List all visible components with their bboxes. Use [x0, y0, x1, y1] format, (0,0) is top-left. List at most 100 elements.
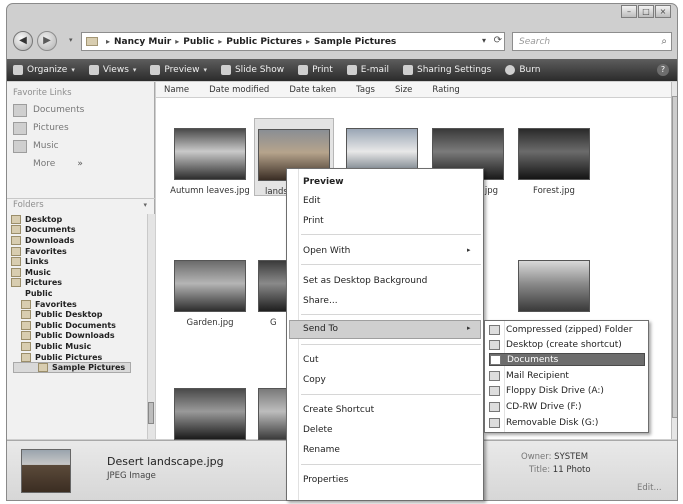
breadcrumb-separator: ▸	[305, 37, 310, 46]
maximize-button[interactable]: □	[638, 5, 654, 18]
address-bar[interactable]: ▸ Nancy Muir ▸ Public ▸ Public Pictures …	[81, 32, 505, 51]
send-to-compressed-folder[interactable]: Compressed (zipped) Folder	[489, 323, 645, 336]
folder-tree-scroll-thumb[interactable]	[148, 402, 154, 424]
menu-item-preview[interactable]: Preview	[303, 177, 344, 187]
favorite-link-music[interactable]: Music	[13, 137, 154, 155]
file-view-scrollbar[interactable]	[671, 82, 677, 439]
tree-item-desktop[interactable]: Desktop	[7, 214, 147, 225]
menu-item-send-to[interactable]: Send To ▸	[303, 324, 471, 334]
context-menu: Preview Edit Print Open With ▸ Set as Des…	[286, 168, 484, 501]
send-to-removable-disk[interactable]: Removable Disk (G:)	[489, 416, 645, 429]
breadcrumb-nancy-muir[interactable]: Nancy Muir	[114, 37, 171, 47]
column-name[interactable]: Name	[164, 85, 189, 95]
send-to-mail-recipient[interactable]: Mail Recipient	[489, 369, 645, 382]
folder-icon	[21, 299, 31, 309]
tree-item-pictures[interactable]: Pictures	[7, 278, 147, 289]
address-dropdown-icon[interactable]: ▾	[482, 36, 486, 45]
breadcrumb-public[interactable]: Public	[183, 37, 214, 47]
breadcrumb-public-pictures[interactable]: Public Pictures	[226, 37, 302, 47]
menu-item-cut[interactable]: Cut	[303, 355, 319, 365]
slide-show-button[interactable]: Slide Show	[220, 65, 285, 75]
tree-item-sample-pictures[interactable]: Sample Pictures	[13, 362, 131, 373]
tree-item-public-music[interactable]: Public Music	[7, 341, 147, 352]
tree-item-music[interactable]: Music	[7, 267, 147, 278]
breadcrumb-sample-pictures[interactable]: Sample Pictures	[314, 37, 396, 47]
menu-item-create-shortcut[interactable]: Create Shortcut	[303, 405, 374, 415]
refresh-icon[interactable]: ⟳	[494, 35, 502, 46]
tree-item-public-documents[interactable]: Public Documents	[7, 320, 147, 331]
file-view-scroll-thumb[interactable]	[672, 96, 677, 418]
menu-item-properties[interactable]: Properties	[303, 475, 348, 485]
tree-item-public-desktop[interactable]: Public Desktop	[7, 309, 147, 320]
tree-item-label: Public Music	[35, 341, 92, 351]
tree-item-links[interactable]: Links	[7, 256, 147, 267]
tree-item-public-downloads[interactable]: Public Downloads	[7, 331, 147, 342]
favorite-link-pictures[interactable]: Pictures	[13, 119, 154, 137]
desktop-shortcut-icon	[489, 339, 500, 350]
menu-item-delete[interactable]: Delete	[303, 425, 333, 435]
file-thumbnail[interactable]: Forest.jpg	[514, 128, 594, 196]
menu-item-copy[interactable]: Copy	[303, 375, 326, 385]
menu-item-open-with[interactable]: Open With ▸	[303, 246, 471, 256]
tree-item-favorites[interactable]: Favorites	[7, 246, 147, 257]
column-rating[interactable]: Rating	[432, 85, 459, 95]
organize-button[interactable]: Organize ▾	[13, 65, 75, 75]
tree-item-public-favorites[interactable]: Favorites	[7, 299, 147, 310]
submenu-item-label: Documents	[507, 354, 559, 365]
send-to-floppy-drive[interactable]: Floppy Disk Drive (A:)	[489, 384, 645, 397]
print-button[interactable]: Print	[298, 65, 333, 75]
search-box[interactable]: Search ⌕	[512, 32, 672, 51]
search-placeholder: Search	[519, 36, 551, 47]
chevron-right-icon: »	[77, 159, 83, 169]
tree-item-public-pictures[interactable]: Public Pictures	[7, 352, 147, 363]
tree-item-public[interactable]: Public	[7, 288, 147, 299]
column-date-taken[interactable]: Date taken	[289, 85, 336, 95]
minimize-button[interactable]: –	[621, 5, 637, 18]
folders-header[interactable]: Folders ▾	[7, 198, 155, 212]
send-to-documents[interactable]: Documents	[489, 353, 645, 366]
tree-item-label: Favorites	[25, 246, 67, 256]
menu-item-edit[interactable]: Edit	[303, 196, 320, 206]
help-icon[interactable]: ?	[657, 64, 669, 76]
preview-label: Preview	[164, 65, 200, 75]
menu-separator	[301, 314, 481, 315]
folders-title: Folders	[13, 200, 44, 210]
file-thumbnail[interactable]	[514, 260, 594, 318]
send-to-desktop[interactable]: Desktop (create shortcut)	[489, 338, 645, 351]
views-button[interactable]: Views ▾	[88, 65, 136, 75]
slide-show-label: Slide Show	[234, 65, 285, 75]
column-size[interactable]: Size	[395, 85, 412, 95]
forward-button[interactable]: ▶	[37, 31, 57, 51]
favorite-link-documents[interactable]: Documents	[13, 101, 154, 119]
menu-item-rename[interactable]: Rename	[303, 445, 340, 455]
menu-item-label: Open With	[303, 246, 351, 256]
favorite-links-more[interactable]: More »	[13, 155, 154, 173]
close-button[interactable]: ×	[655, 5, 671, 18]
recent-pages-dropdown[interactable]: ▾	[69, 36, 73, 44]
menu-item-set-as-desktop-background[interactable]: Set as Desktop Background	[303, 276, 427, 286]
music-icon	[13, 139, 27, 153]
column-date-modified[interactable]: Date modified	[209, 85, 269, 95]
file-thumbnail[interactable]	[170, 388, 250, 446]
back-button[interactable]: ◀	[13, 31, 33, 51]
tree-item-label: Links	[25, 257, 49, 267]
views-label: Views	[102, 65, 129, 75]
file-thumbnail[interactable]: Autumn leaves.jpg	[170, 128, 250, 196]
search-icon[interactable]: ⌕	[661, 36, 667, 47]
file-thumbnail[interactable]: Garden.jpg	[170, 260, 250, 328]
menu-item-share[interactable]: Share...	[303, 296, 338, 306]
tree-item-downloads[interactable]: Downloads	[7, 235, 147, 246]
tree-item-label: Sample Pictures	[52, 363, 126, 373]
title-value[interactable]: 11 Photo	[553, 465, 591, 475]
chevron-right-icon: ▸	[467, 246, 471, 254]
details-edit-link[interactable]: Edit...	[637, 483, 662, 493]
column-tags[interactable]: Tags	[356, 85, 375, 95]
email-button[interactable]: E-mail	[346, 65, 389, 75]
details-owner: Owner: SYSTEM	[521, 452, 588, 462]
burn-button[interactable]: Burn	[505, 65, 540, 75]
sharing-settings-button[interactable]: Sharing Settings	[403, 65, 491, 75]
tree-item-documents[interactable]: Documents	[7, 225, 147, 236]
menu-item-print[interactable]: Print	[303, 216, 324, 226]
preview-button[interactable]: Preview ▾	[150, 65, 207, 75]
send-to-cd-rw-drive[interactable]: CD-RW Drive (F:)	[489, 400, 645, 413]
